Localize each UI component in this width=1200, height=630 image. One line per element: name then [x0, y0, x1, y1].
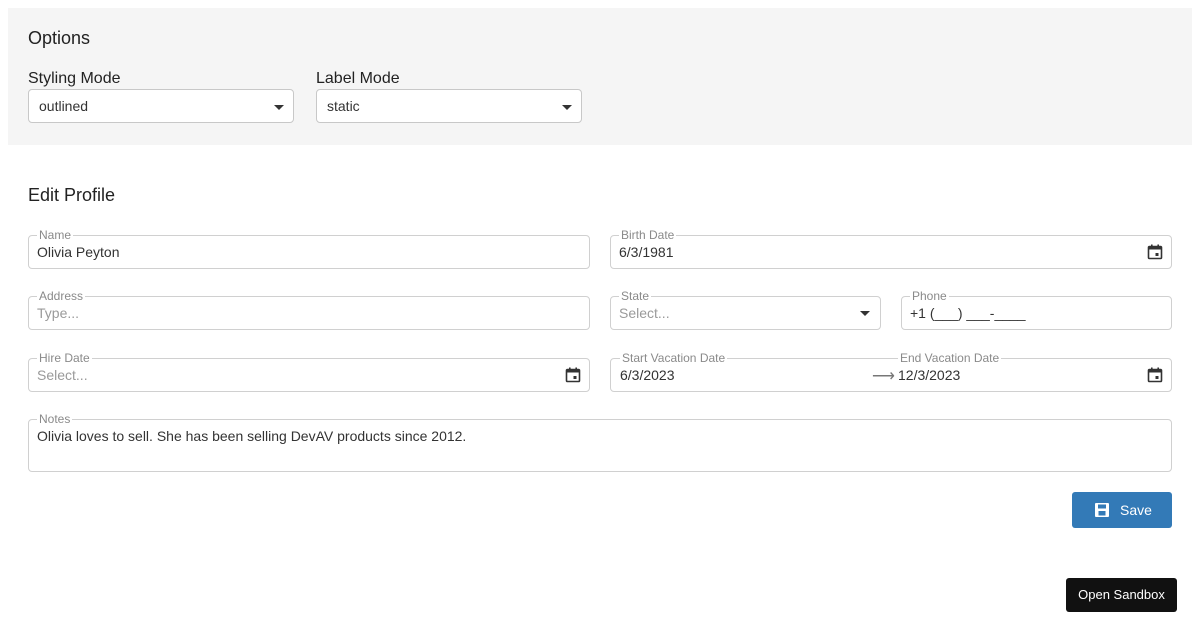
save-button-label: Save: [1120, 502, 1152, 518]
label-mode-label: Label Mode: [316, 70, 400, 87]
notes-textarea[interactable]: Notes Olivia loves to sell. She has been…: [28, 412, 1172, 472]
label-mode-select[interactable]: static: [316, 89, 582, 123]
chevron-down-icon: [562, 105, 572, 110]
arrow-right-icon: ⟶: [872, 368, 895, 385]
phone-value: +1 (___) ___-____: [910, 305, 1026, 321]
chevron-down-icon: [860, 311, 870, 316]
form-title: Edit Profile: [28, 185, 116, 205]
phone-field[interactable]: Phone +1 (___) ___-____: [901, 289, 1172, 330]
state-placeholder: Select...: [619, 305, 670, 321]
vacation-date-range[interactable]: Start Vacation Date 6/3/2023 ⟶ End Vacat…: [610, 351, 1172, 392]
calendar-icon[interactable]: [1147, 367, 1163, 383]
address-field[interactable]: Address Type...: [28, 289, 590, 330]
calendar-icon[interactable]: [1147, 244, 1163, 260]
notes-label: Notes: [37, 412, 73, 426]
end-vacation-label: End Vacation Date: [898, 351, 1002, 365]
address-label: Address: [37, 289, 86, 303]
birth-date-field[interactable]: Birth Date 6/3/1981: [610, 228, 1172, 269]
save-button[interactable]: Save: [1072, 492, 1172, 528]
hire-date-placeholder: Select...: [37, 367, 88, 383]
styling-mode-label: Styling Mode: [28, 70, 121, 87]
start-vacation-value[interactable]: 6/3/2023: [620, 367, 675, 383]
name-label: Name: [37, 228, 74, 242]
options-title: Options: [28, 28, 91, 48]
name-field[interactable]: Name Olivia Peyton: [28, 228, 590, 269]
birth-date-value: 6/3/1981: [619, 244, 674, 260]
floppy-disk-icon: [1095, 503, 1109, 517]
styling-mode-select[interactable]: outlined: [28, 89, 294, 123]
state-label: State: [619, 289, 652, 303]
options-panel: Options Styling Mode outlined Label Mode…: [8, 8, 1192, 145]
birth-date-label: Birth Date: [619, 228, 677, 242]
open-sandbox-button[interactable]: Open Sandbox: [1066, 578, 1177, 612]
end-vacation-value[interactable]: 12/3/2023: [898, 367, 960, 383]
phone-label: Phone: [910, 289, 949, 303]
state-select[interactable]: State Select...: [610, 289, 881, 330]
chevron-down-icon: [274, 105, 284, 110]
hire-date-label: Hire Date: [37, 351, 92, 365]
notes-value: Olivia loves to sell. She has been selli…: [37, 428, 467, 444]
calendar-icon[interactable]: [565, 367, 581, 383]
label-mode-value: static: [327, 98, 360, 114]
hire-date-field[interactable]: Hire Date Select...: [28, 351, 590, 392]
address-placeholder: Type...: [37, 305, 80, 321]
start-vacation-label: Start Vacation Date: [620, 351, 728, 365]
styling-mode-value: outlined: [39, 98, 89, 114]
name-value: Olivia Peyton: [37, 244, 120, 260]
